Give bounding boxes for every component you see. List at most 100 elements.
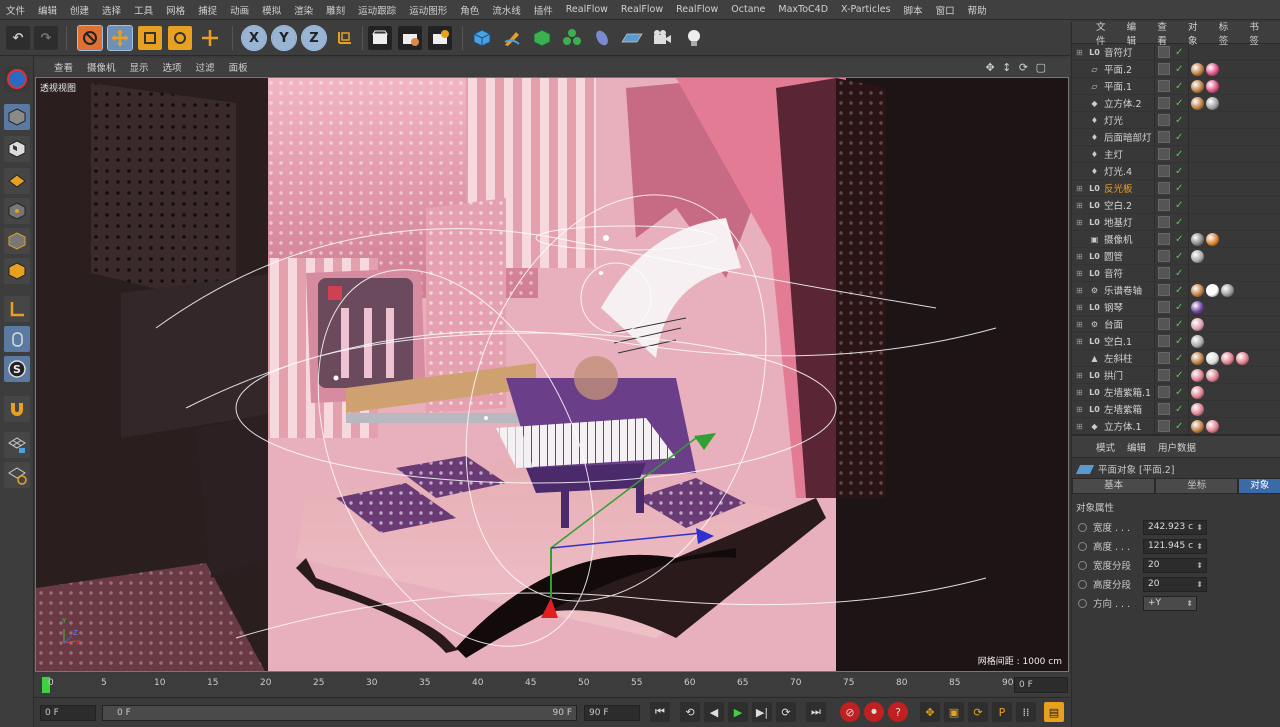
viewport-menu-view[interactable]: 查看 bbox=[54, 60, 73, 74]
object-row[interactable]: ⊞ L0 圆管 ✓ bbox=[1072, 248, 1280, 265]
viewport-menu-filter[interactable]: 过滤 bbox=[196, 60, 215, 74]
object-name[interactable]: 音符灯 bbox=[1104, 45, 1133, 59]
attribute-value-field[interactable]: 20 bbox=[1143, 576, 1207, 592]
material-tag-icon[interactable] bbox=[1191, 96, 1204, 110]
rotate-tool-icon[interactable] bbox=[168, 26, 192, 50]
menu-item[interactable]: X-Particles bbox=[841, 4, 891, 15]
material-tag-icon[interactable] bbox=[1191, 419, 1204, 433]
menu-item[interactable]: 脚本 bbox=[904, 3, 923, 17]
object-name[interactable]: 左墙紫箱 bbox=[1104, 402, 1142, 416]
attribute-value-field[interactable]: 20 bbox=[1143, 557, 1207, 573]
enabled-check-icon[interactable]: ✓ bbox=[1175, 47, 1183, 58]
object-name[interactable]: 立方体.2 bbox=[1104, 96, 1142, 110]
object-name[interactable]: 音符 bbox=[1104, 266, 1123, 280]
animate-radio-icon[interactable] bbox=[1078, 522, 1087, 532]
visibility-toggle[interactable] bbox=[1158, 267, 1170, 279]
menu-item[interactable]: RealFlow bbox=[566, 4, 608, 15]
enabled-check-icon[interactable]: ✓ bbox=[1175, 98, 1183, 109]
viewport-menu-panel[interactable]: 面板 bbox=[229, 60, 248, 74]
redo-icon[interactable]: ↷ bbox=[34, 26, 58, 50]
object-row[interactable]: ⊞ L0 拱门 ✓ bbox=[1072, 367, 1280, 384]
visibility-toggle[interactable] bbox=[1158, 165, 1170, 177]
expand-toggle-icon[interactable]: ⊞ bbox=[1076, 320, 1084, 329]
enabled-check-icon[interactable]: ✓ bbox=[1175, 81, 1183, 92]
object-row[interactable]: ⊞ L0 钢琴 ✓ bbox=[1072, 299, 1280, 316]
object-manager-menu-item[interactable]: 文件 bbox=[1096, 19, 1115, 47]
snap-icon[interactable]: S bbox=[4, 356, 30, 382]
enabled-check-icon[interactable]: ✓ bbox=[1175, 268, 1183, 279]
object-name[interactable]: 后面暗部灯 bbox=[1104, 130, 1152, 144]
object-row[interactable]: ⊞ L0 左墙紫箱.1 ✓ bbox=[1072, 384, 1280, 401]
object-name[interactable]: 乐谱卷轴 bbox=[1104, 283, 1142, 297]
timeline-window-icon[interactable]: ▤ bbox=[1044, 702, 1064, 722]
attribute-menu-item[interactable]: 模式 bbox=[1096, 440, 1115, 454]
key-parameter-icon[interactable]: P bbox=[992, 702, 1012, 722]
perspective-viewport[interactable]: 透视视图 网格间距 : 1000 cm Y Z X bbox=[35, 77, 1069, 672]
enabled-check-icon[interactable]: ✓ bbox=[1175, 404, 1183, 415]
menu-item[interactable]: 创建 bbox=[70, 3, 89, 17]
material-tag-icon[interactable] bbox=[1206, 419, 1219, 433]
visibility-toggle[interactable] bbox=[1158, 148, 1170, 160]
next-frame-icon[interactable]: ▶| bbox=[752, 702, 772, 722]
menu-item[interactable]: Octane bbox=[731, 4, 765, 15]
start-frame-field[interactable]: 0 F bbox=[40, 705, 96, 721]
previous-frame-icon[interactable]: ◀ bbox=[704, 702, 724, 722]
deformer-icon[interactable] bbox=[590, 26, 614, 50]
render-view-icon[interactable] bbox=[368, 26, 392, 50]
object-name[interactable]: 平面.1 bbox=[1104, 79, 1132, 93]
timeline-ruler[interactable]: 0 5 10 15 20 25 30 35 40 45 50 55 60 65 70 75 80 85 90 0 F bbox=[34, 674, 1070, 696]
menu-item[interactable]: 渲染 bbox=[294, 3, 313, 17]
x-axis-lock-button[interactable]: X bbox=[241, 25, 267, 51]
y-axis-lock-button[interactable]: Y bbox=[271, 25, 297, 51]
object-name[interactable]: 左墙紫箱.1 bbox=[1104, 385, 1151, 399]
expand-toggle-icon[interactable]: ⊞ bbox=[1076, 252, 1084, 261]
object-name[interactable]: 空白.2 bbox=[1104, 198, 1132, 212]
record-icon[interactable]: ⊘ bbox=[840, 702, 860, 722]
object-name[interactable]: 灯光.4 bbox=[1104, 164, 1132, 178]
material-tag-icon[interactable] bbox=[1191, 62, 1204, 76]
object-row[interactable]: ⊞ L0 空白.2 ✓ bbox=[1072, 197, 1280, 214]
menu-item[interactable]: 雕刻 bbox=[326, 3, 345, 17]
workplane-grid-icon[interactable] bbox=[4, 462, 30, 488]
play-icon[interactable]: ▶ bbox=[728, 702, 748, 722]
object-manager-menu-item[interactable]: 编辑 bbox=[1127, 19, 1146, 47]
menu-item[interactable]: 网格 bbox=[166, 3, 185, 17]
object-name[interactable]: 空白.1 bbox=[1104, 334, 1132, 348]
visibility-toggle[interactable] bbox=[1158, 369, 1170, 381]
expand-toggle-icon[interactable]: ⊞ bbox=[1076, 184, 1084, 193]
enabled-check-icon[interactable]: ✓ bbox=[1175, 336, 1183, 347]
tab-coordinates[interactable]: 坐标 bbox=[1155, 478, 1239, 494]
scale-tool-icon[interactable] bbox=[138, 26, 162, 50]
expand-toggle-icon[interactable]: ⊞ bbox=[1076, 201, 1084, 210]
object-row[interactable]: ⊞ ◆ 立方体.1 ✓ bbox=[1072, 418, 1280, 435]
visibility-toggle[interactable] bbox=[1158, 284, 1170, 296]
visibility-toggle[interactable] bbox=[1158, 97, 1170, 109]
object-name[interactable]: 台面 bbox=[1104, 317, 1123, 331]
visibility-toggle[interactable] bbox=[1158, 335, 1170, 347]
object-name[interactable]: 拱门 bbox=[1104, 368, 1123, 382]
enabled-check-icon[interactable]: ✓ bbox=[1175, 370, 1183, 381]
visibility-toggle[interactable] bbox=[1158, 420, 1170, 432]
model-mode-icon[interactable] bbox=[4, 104, 30, 130]
material-tag-icon[interactable] bbox=[1191, 79, 1204, 93]
animate-radio-icon[interactable] bbox=[1078, 560, 1087, 570]
visibility-toggle[interactable] bbox=[1158, 301, 1170, 313]
material-tag-icon[interactable] bbox=[1206, 96, 1219, 110]
material-tag-icon[interactable] bbox=[1221, 283, 1234, 297]
expand-toggle-icon[interactable]: ⊞ bbox=[1076, 388, 1084, 397]
object-name[interactable]: 地基灯 bbox=[1104, 215, 1133, 229]
viewport-nav-icons[interactable]: ✥ ↕ ⟳ ▢ bbox=[985, 61, 1048, 74]
viewport-menu-camera[interactable]: 摄像机 bbox=[87, 60, 116, 74]
object-row[interactable]: ⊞ L0 空白.1 ✓ bbox=[1072, 333, 1280, 350]
points-mode-icon[interactable] bbox=[4, 198, 30, 224]
tweak-mode-icon[interactable] bbox=[4, 326, 30, 352]
menu-item[interactable]: MaxToC4D bbox=[778, 4, 828, 15]
visibility-toggle[interactable] bbox=[1158, 199, 1170, 211]
menu-item[interactable]: 捕捉 bbox=[198, 3, 217, 17]
visibility-toggle[interactable] bbox=[1158, 63, 1170, 75]
visibility-toggle[interactable] bbox=[1158, 46, 1170, 58]
material-tag-icon[interactable] bbox=[1206, 62, 1219, 76]
menu-item[interactable]: 插件 bbox=[534, 3, 553, 17]
menu-item[interactable]: 窗口 bbox=[936, 3, 955, 17]
animate-radio-icon[interactable] bbox=[1078, 598, 1087, 608]
